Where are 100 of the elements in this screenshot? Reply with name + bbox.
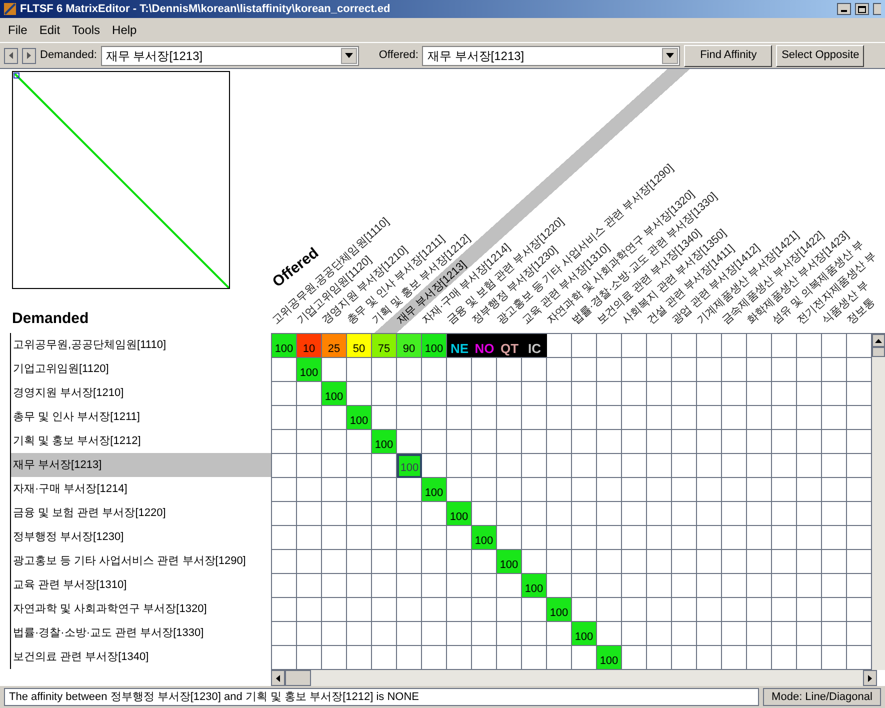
matrix-cell[interactable] (272, 574, 297, 598)
matrix-cell[interactable] (772, 526, 797, 550)
matrix-cell[interactable] (697, 526, 722, 550)
matrix-cell[interactable] (772, 646, 797, 670)
next-button[interactable] (22, 48, 36, 64)
matrix-cell[interactable] (297, 550, 322, 574)
minimize-icon[interactable] (837, 3, 851, 15)
matrix-cell[interactable] (747, 358, 772, 382)
maximize-icon[interactable] (855, 3, 869, 15)
matrix-cell[interactable] (747, 334, 772, 358)
matrix-cell[interactable] (297, 454, 322, 478)
matrix-cell[interactable] (472, 430, 497, 454)
matrix-cell[interactable] (472, 478, 497, 502)
matrix-cell[interactable] (697, 502, 722, 526)
matrix-cell[interactable] (297, 406, 322, 430)
matrix-cell[interactable] (347, 430, 372, 454)
matrix-cell[interactable] (572, 358, 597, 382)
matrix-cell[interactable] (422, 430, 447, 454)
menu-item[interactable]: Edit (39, 21, 60, 39)
matrix-cell[interactable] (647, 478, 672, 502)
matrix-cell[interactable] (522, 526, 547, 550)
matrix-cell[interactable] (272, 622, 297, 646)
matrix-cell[interactable] (322, 526, 347, 550)
matrix-cell[interactable] (472, 406, 497, 430)
matrix-cell[interactable] (297, 622, 322, 646)
matrix-cell[interactable] (322, 622, 347, 646)
matrix-cell[interactable] (272, 646, 297, 670)
matrix-cell[interactable] (747, 406, 772, 430)
matrix-cell[interactable]: 10 (297, 334, 322, 358)
matrix-cell[interactable] (597, 382, 622, 406)
matrix-cell[interactable] (572, 406, 597, 430)
matrix-cell[interactable] (697, 430, 722, 454)
matrix-cell[interactable] (297, 478, 322, 502)
matrix-cell[interactable] (647, 382, 672, 406)
matrix-cell[interactable] (672, 622, 697, 646)
matrix-cell[interactable] (597, 622, 622, 646)
matrix-cell[interactable] (747, 478, 772, 502)
matrix-cell[interactable] (572, 430, 597, 454)
matrix-cell[interactable] (272, 454, 297, 478)
matrix-cell[interactable] (422, 502, 447, 526)
matrix-cell[interactable] (572, 334, 597, 358)
matrix-cell[interactable] (672, 406, 697, 430)
matrix-cell[interactable] (297, 646, 322, 670)
matrix-cell[interactable] (822, 526, 847, 550)
matrix-cell[interactable] (797, 334, 822, 358)
matrix-cell[interactable] (822, 574, 847, 598)
matrix-cell[interactable] (322, 478, 347, 502)
matrix-cell[interactable] (697, 646, 722, 670)
matrix-cell[interactable] (297, 574, 322, 598)
matrix-cell[interactable] (547, 334, 572, 358)
matrix-cell[interactable] (847, 358, 872, 382)
matrix-cell[interactable] (797, 382, 822, 406)
dropdown-icon[interactable] (662, 48, 678, 64)
matrix-cell[interactable] (472, 574, 497, 598)
matrix-cell[interactable] (697, 478, 722, 502)
matrix-cell[interactable] (497, 502, 522, 526)
matrix-cell[interactable] (622, 646, 647, 670)
matrix-cell[interactable] (272, 526, 297, 550)
matrix-cell[interactable] (472, 550, 497, 574)
matrix-cell[interactable]: 100 (472, 526, 497, 550)
matrix-cell[interactable] (672, 550, 697, 574)
matrix-cell[interactable] (422, 622, 447, 646)
matrix-cell[interactable] (272, 478, 297, 502)
matrix-cell[interactable] (622, 550, 647, 574)
matrix-cell[interactable] (772, 550, 797, 574)
matrix-cell[interactable] (547, 526, 572, 550)
matrix-cell[interactable] (722, 646, 747, 670)
matrix-cell[interactable] (847, 406, 872, 430)
matrix-cell[interactable] (497, 622, 522, 646)
matrix-cell[interactable] (772, 622, 797, 646)
matrix-cell[interactable] (797, 430, 822, 454)
matrix-cell[interactable] (697, 358, 722, 382)
matrix-cell[interactable] (697, 598, 722, 622)
matrix-cell[interactable] (847, 598, 872, 622)
matrix-cell[interactable] (622, 430, 647, 454)
matrix-cell[interactable] (422, 526, 447, 550)
matrix-cell[interactable] (322, 502, 347, 526)
matrix-cell[interactable] (372, 382, 397, 406)
matrix-cell[interactable] (822, 454, 847, 478)
matrix-cell[interactable] (322, 646, 347, 670)
matrix-cell[interactable] (722, 382, 747, 406)
matrix-cell[interactable] (272, 502, 297, 526)
matrix-cell[interactable] (797, 574, 822, 598)
matrix-cell[interactable] (497, 598, 522, 622)
matrix-cell[interactable] (822, 430, 847, 454)
matrix-cell[interactable] (622, 406, 647, 430)
matrix-cell[interactable] (397, 382, 422, 406)
scrollbar-thumb[interactable] (285, 670, 311, 686)
matrix-cell[interactable] (522, 598, 547, 622)
matrix-cell[interactable] (447, 526, 472, 550)
matrix-cell[interactable] (422, 454, 447, 478)
matrix-cell[interactable] (547, 550, 572, 574)
matrix-cell[interactable] (722, 502, 747, 526)
vertical-scrollbar[interactable] (872, 334, 885, 670)
matrix-cell[interactable] (472, 454, 497, 478)
matrix-cell[interactable] (597, 478, 622, 502)
matrix-cell[interactable] (447, 358, 472, 382)
left-arrow-icon[interactable] (276, 674, 280, 682)
up-arrow-icon[interactable] (875, 338, 882, 342)
matrix-cell[interactable] (647, 598, 672, 622)
